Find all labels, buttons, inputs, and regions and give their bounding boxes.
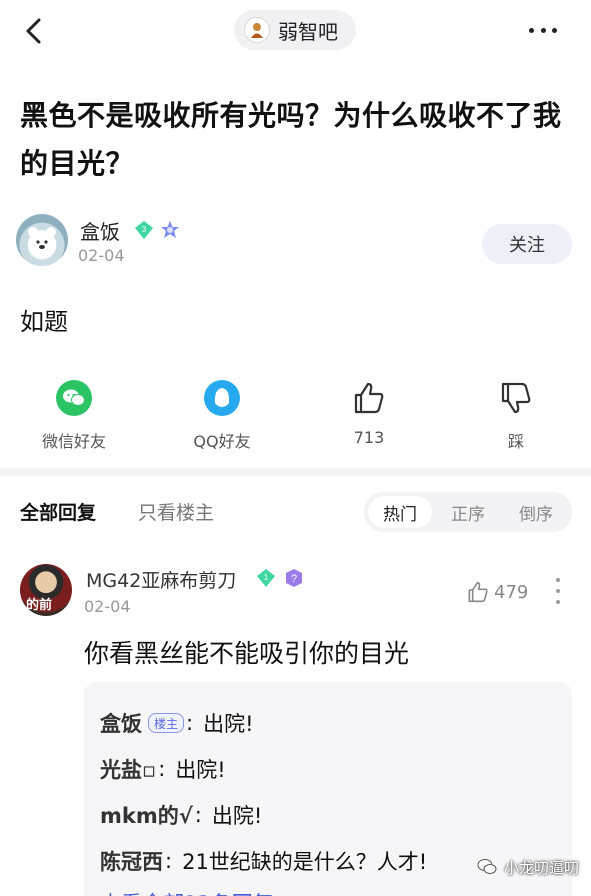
replies-header: 全部回复 只看楼主 热门 正序 倒序: [0, 488, 591, 534]
back-arrow-icon[interactable]: [18, 14, 52, 48]
sort-switcher: 热门 正序 倒序: [364, 492, 572, 532]
commenter-badges: 1 ?: [256, 568, 304, 588]
svg-text:3: 3: [142, 225, 147, 234]
colon-separator: :: [186, 711, 194, 735]
follow-button[interactable]: 关注: [482, 224, 572, 264]
avatar-caption: 的前: [26, 598, 53, 613]
like-count: 713: [353, 428, 385, 447]
tab-owner-only[interactable]: 只看楼主: [138, 498, 214, 525]
commenter-name[interactable]: MG42亚麻布剪刀: [86, 566, 236, 593]
author-badges: 3: [134, 220, 180, 240]
sub-reply-text: 出院!: [203, 712, 254, 736]
sub-reply-text: 21世纪缺的是什么？人才!: [182, 850, 428, 874]
more-options-icon[interactable]: [526, 20, 560, 40]
forum-avatar: [244, 17, 270, 43]
owner-badge: 楼主: [148, 713, 185, 733]
dislike-label: 踩: [507, 432, 524, 451]
svg-text:1: 1: [264, 573, 269, 582]
sub-reply[interactable]: mkm的√ : 出院!: [100, 792, 556, 838]
wechat-channel-icon: [477, 859, 497, 874]
sort-hot[interactable]: 热门: [368, 496, 432, 528]
like-button[interactable]: 713: [309, 378, 429, 447]
comment-text: 你看黑丝能不能吸引你的目光: [84, 639, 410, 668]
comment-date: 02-04: [84, 597, 131, 616]
thumbs-up-icon: [468, 581, 488, 603]
post-author: 盒饭 3 02-04 关注: [16, 210, 576, 270]
question-badge-icon: ?: [286, 569, 302, 587]
sub-reply-author[interactable]: 光盐▫: [100, 754, 156, 784]
qq-icon: [202, 378, 242, 418]
sub-reply-text: 出院!: [175, 758, 226, 782]
share-wechat-button[interactable]: 微信好友: [14, 378, 134, 452]
dislike-button[interactable]: 踩: [456, 378, 576, 452]
watermark-text: 小龙叨逼叨: [504, 858, 580, 877]
level-gem-icon: 1: [257, 569, 275, 587]
forum-pill[interactable]: 弱智吧: [234, 10, 356, 50]
share-actions: 微信好友 QQ好友 713 踩: [0, 378, 591, 458]
svg-text:?: ?: [291, 573, 297, 585]
forum-name: 弱智吧: [278, 19, 338, 44]
sub-reply[interactable]: 光盐▫ : 出院!: [100, 746, 556, 792]
colon-separator: :: [165, 849, 173, 873]
comment-more-icon[interactable]: [554, 578, 562, 604]
comment-item: 的前 MG42亚麻布剪刀 1 ? 02-04 479 你看黑丝能不能吸引你的目光…: [0, 560, 591, 896]
view-all-replies-link[interactable]: 查看全部23条回复: [100, 884, 556, 896]
sub-reply-author[interactable]: 陈冠西: [100, 846, 163, 876]
share-qq-label: QQ好友: [193, 432, 251, 451]
share-wechat-label: 微信好友: [41, 432, 106, 451]
colon-separator: :: [158, 757, 166, 781]
top-bar: 弱智吧: [0, 0, 591, 64]
bear-avatar-icon: [28, 227, 56, 258]
level-gem-icon: 3: [135, 221, 153, 239]
sort-descending[interactable]: 倒序: [504, 496, 568, 528]
sub-reply-text: 出院!: [211, 804, 263, 828]
comment-like-count: 479: [494, 581, 529, 603]
sub-reply[interactable]: 盒饭 楼主 : 出院!: [100, 700, 556, 746]
sub-reply-author[interactable]: 盒饭: [100, 708, 142, 738]
member-badge-icon: [161, 221, 179, 238]
watermark: 小龙叨逼叨: [476, 856, 579, 878]
avatar[interactable]: [16, 214, 68, 266]
sub-reply-author[interactable]: mkm的√: [100, 800, 193, 830]
thumbs-up-icon: [349, 378, 389, 418]
share-qq-button[interactable]: QQ好友: [162, 378, 282, 452]
colon-separator: :: [194, 803, 202, 827]
forum-logo-icon: [251, 23, 263, 38]
post-title: 黑色不是吸收所有光吗？为什么吸收不了我的目光？: [20, 99, 562, 180]
avatar[interactable]: 的前: [20, 564, 72, 616]
post-date: 02-04: [78, 246, 125, 265]
tab-all-replies[interactable]: 全部回复: [20, 498, 96, 525]
sort-ascending[interactable]: 正序: [436, 496, 500, 528]
author-name[interactable]: 盒饭: [80, 216, 120, 245]
wechat-icon: [54, 378, 94, 418]
post-body: 如题: [20, 308, 68, 336]
thumbs-down-icon: [496, 378, 536, 418]
comment-like-button[interactable]: 479: [466, 580, 528, 604]
section-divider: [0, 468, 591, 476]
